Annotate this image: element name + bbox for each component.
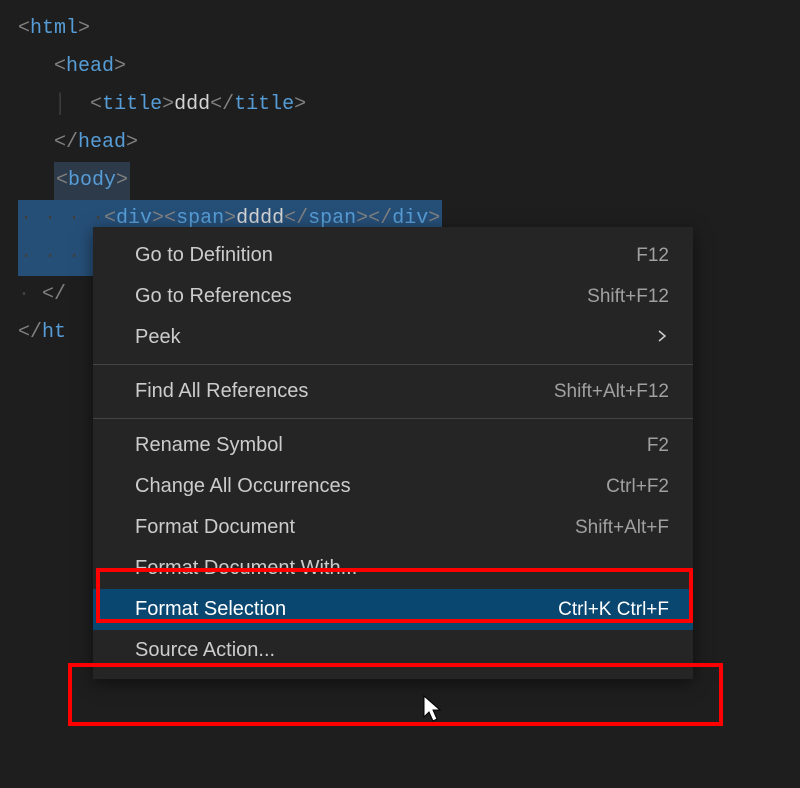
- menu-label: Go to References: [135, 285, 292, 308]
- menu-find-all-references[interactable]: Find All References Shift+Alt+F12: [93, 371, 693, 412]
- code-line: │ <title>ddd</title>: [18, 86, 782, 124]
- menu-label: Peek: [135, 326, 181, 349]
- menu-label: Rename Symbol: [135, 434, 283, 457]
- menu-label: Find All References: [135, 380, 308, 403]
- menu-shortcut: F2: [647, 435, 669, 457]
- menu-format-document-with[interactable]: Format Document With...: [93, 548, 693, 589]
- menu-format-selection[interactable]: Format Selection Ctrl+K Ctrl+F: [93, 589, 693, 630]
- menu-format-document[interactable]: Format Document Shift+Alt+F: [93, 507, 693, 548]
- code-line: <body>: [18, 162, 782, 200]
- menu-label: Source Action...: [135, 639, 275, 662]
- code-line: </head>: [18, 124, 782, 162]
- menu-label: Go to Definition: [135, 244, 273, 267]
- menu-shortcut: Shift+F12: [587, 286, 669, 308]
- menu-label: Format Document: [135, 516, 295, 539]
- menu-label: Change All Occurrences: [135, 475, 351, 498]
- menu-shortcut: F12: [636, 245, 669, 267]
- menu-shortcut: Ctrl+K Ctrl+F: [558, 599, 669, 621]
- menu-go-to-references[interactable]: Go to References Shift+F12: [93, 276, 693, 317]
- menu-shortcut: Shift+Alt+F12: [554, 381, 669, 403]
- menu-separator: [93, 364, 693, 365]
- code-line: <html>: [18, 10, 782, 48]
- context-menu: Go to Definition F12 Go to References Sh…: [93, 227, 693, 679]
- menu-rename-symbol[interactable]: Rename Symbol F2: [93, 425, 693, 466]
- menu-go-to-definition[interactable]: Go to Definition F12: [93, 235, 693, 276]
- menu-shortcut: Ctrl+F2: [606, 476, 669, 498]
- menu-source-action[interactable]: Source Action...: [93, 630, 693, 671]
- menu-peek[interactable]: Peek: [93, 317, 693, 358]
- menu-separator: [93, 418, 693, 419]
- cursor-icon: [423, 695, 445, 730]
- menu-label: Format Document With...: [135, 557, 357, 580]
- chevron-right-icon: [655, 327, 669, 348]
- menu-change-all-occurrences[interactable]: Change All Occurrences Ctrl+F2: [93, 466, 693, 507]
- menu-shortcut: Shift+Alt+F: [575, 517, 669, 539]
- menu-label: Format Selection: [135, 598, 286, 621]
- code-line: <head>: [18, 48, 782, 86]
